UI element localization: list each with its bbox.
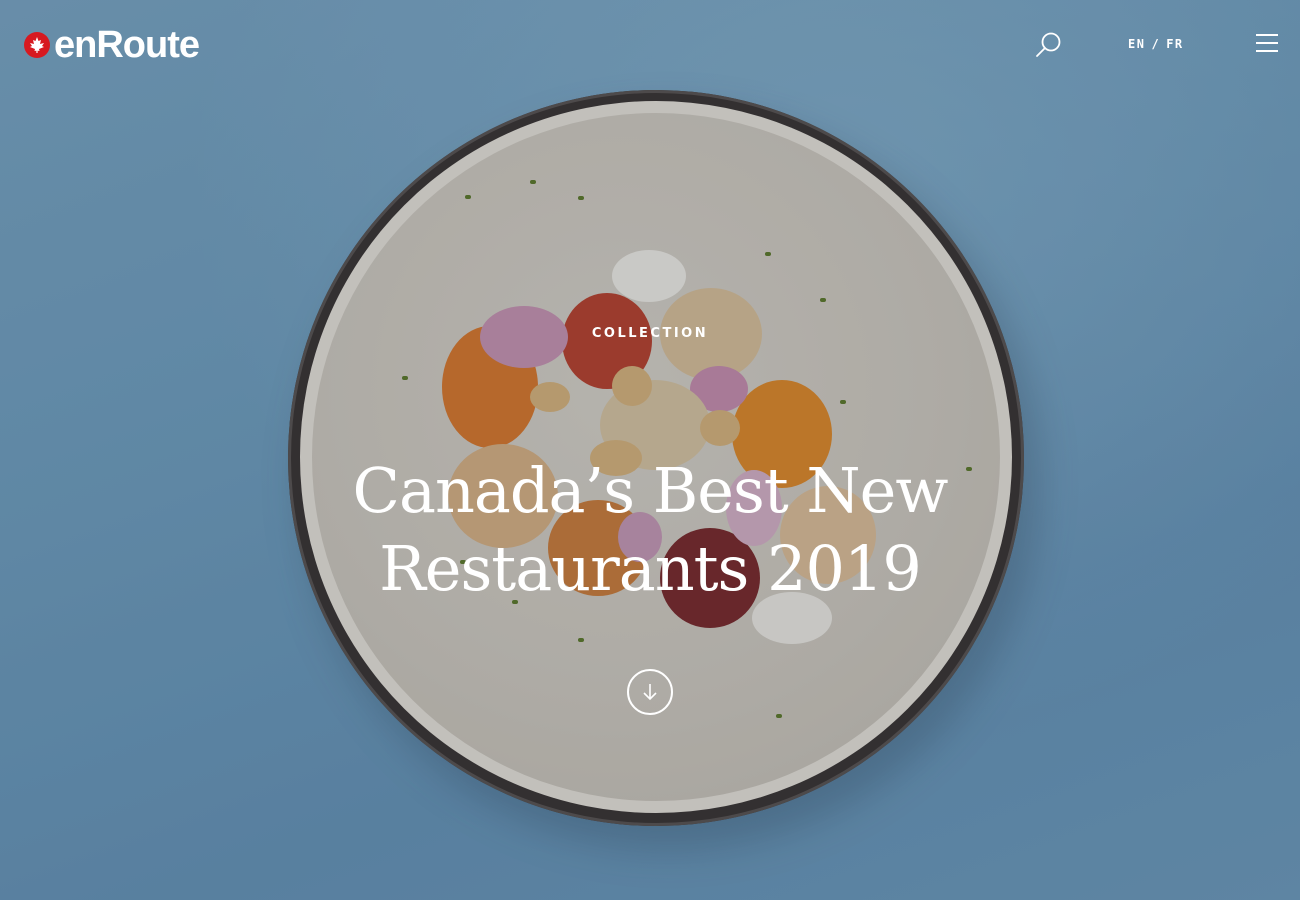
search-icon — [1036, 32, 1061, 57]
title-line-1: Canada’s Best New — [352, 454, 949, 527]
collection-label: COLLECTION — [591, 326, 709, 341]
enroute-logo[interactable]: enRoute — [24, 24, 200, 66]
hamburger-menu-icon[interactable] — [1256, 34, 1278, 54]
arrow-down-icon — [643, 684, 657, 701]
maple-leaf-icon — [24, 32, 50, 58]
lang-fr-link[interactable]: FR — [1166, 37, 1183, 51]
lang-separator: / — [1151, 37, 1161, 51]
scroll-down-button[interactable] — [627, 669, 673, 715]
search-button[interactable] — [1034, 30, 1064, 60]
page-title: Canada’s Best New Restaurants 2019 — [300, 452, 1000, 608]
logo-text: enRoute — [54, 24, 200, 66]
title-line-2: Restaurants 2019 — [379, 532, 922, 605]
hero-image — [0, 0, 1300, 900]
hero-overlay — [0, 0, 1300, 900]
lang-en-link[interactable]: EN — [1128, 37, 1145, 51]
language-switcher: EN / FR — [1128, 37, 1184, 51]
